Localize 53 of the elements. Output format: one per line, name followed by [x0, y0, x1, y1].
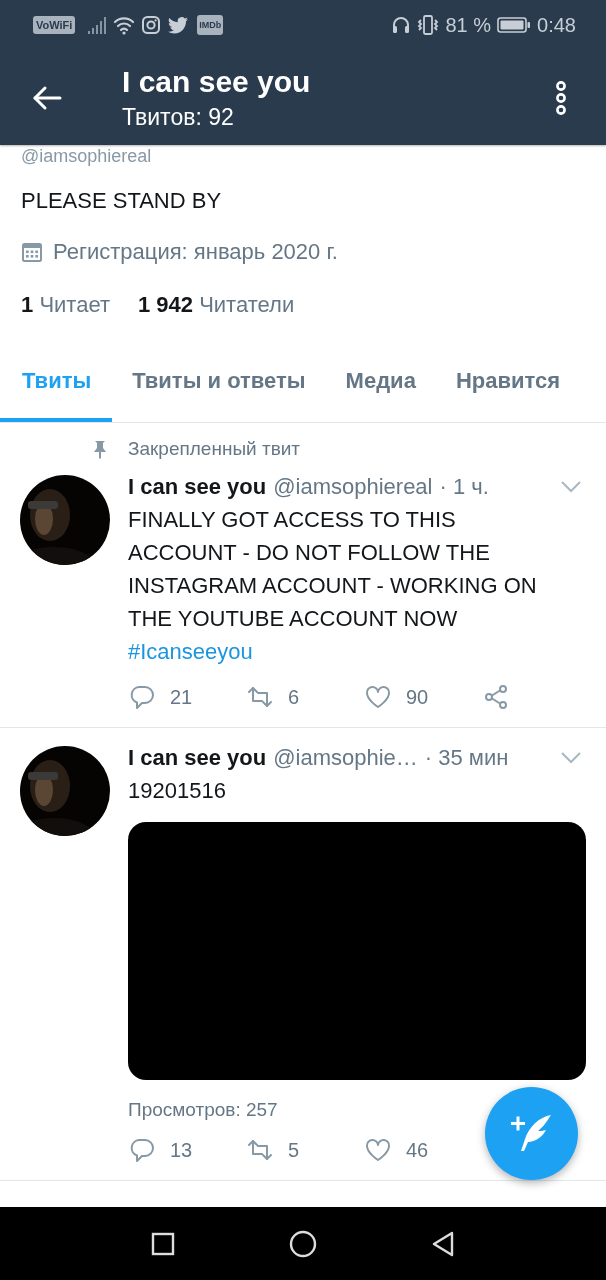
app-badge: IMDb — [197, 15, 224, 35]
battery-icon — [497, 16, 532, 34]
pin-icon — [92, 439, 108, 459]
reply-icon — [128, 683, 156, 711]
profile-handle: @iamsophiereal — [21, 146, 153, 166]
action-button[interactable]: 6 — [246, 683, 364, 711]
tweet-time: · 35 мин — [424, 745, 509, 771]
tweet-text: 19201516 — [128, 777, 227, 805]
author-name: I can see you — [128, 474, 267, 500]
action-button[interactable]: 90 — [364, 683, 482, 711]
more-icon — [555, 79, 567, 116]
profile-tab[interactable]: Твиты — [0, 344, 113, 422]
caret-icon — [560, 480, 582, 494]
profile-bio: PLEASE STAND BY — [21, 187, 223, 215]
hashtag-link[interactable]: #Icanseeyou — [128, 635, 253, 669]
profile-tab[interactable]: Медиа — [325, 344, 436, 422]
bird-icon — [167, 15, 190, 35]
join-date: Регистрация: январь 2020 г. — [53, 238, 338, 266]
author-name: I can see you — [128, 745, 267, 771]
tweet-text: FINALLY GOT ACCESS TO THIS ACCOUNT - DO NOT FOLLOW THE INSTAGRAM ACCOUNT - WORKING ON THE YOUTUBE ACCOUNT NOW — [128, 506, 538, 633]
profile-tab[interactable]: Нравится — [435, 344, 561, 422]
headphones-icon — [391, 15, 412, 35]
action-button[interactable]: 46 — [364, 1136, 429, 1164]
camera-icon — [141, 15, 162, 35]
circle-icon — [289, 1229, 317, 1258]
heart-icon — [364, 683, 392, 711]
pinned-label: Закрепленный твит — [128, 437, 301, 461]
battery-percent: 81 % — [445, 13, 492, 37]
signal-icon — [87, 15, 108, 35]
author-handle: @iamsophie… — [273, 745, 418, 771]
tweet-time: · 1 ч. — [439, 474, 489, 500]
tweet-count: Твитов: 92 — [122, 102, 235, 132]
profile-name: I can see you — [122, 63, 312, 100]
action-button[interactable] — [482, 683, 510, 711]
follow-stat-link[interactable]: 1 Читает — [21, 290, 110, 320]
clock-time: 0:48 — [537, 13, 576, 37]
vibrate-icon — [417, 14, 440, 36]
author-handle: @iamsophiereal — [273, 474, 433, 500]
caret-icon — [560, 751, 582, 765]
view-count: Просмотров: 257 — [128, 1098, 279, 1122]
compose-button[interactable] — [485, 1087, 578, 1180]
action-button[interactable]: 5 — [246, 1136, 364, 1164]
action-button[interactable]: 21 — [128, 683, 246, 711]
calendar-icon — [21, 241, 43, 263]
follow-stat-link[interactable]: 1 942 Читатели — [138, 290, 295, 320]
heart-icon — [364, 1136, 392, 1164]
back-arrow-icon — [32, 84, 62, 111]
wifi-icon — [113, 15, 136, 35]
reply-icon — [128, 1136, 156, 1164]
action-button[interactable]: 13 — [128, 1136, 246, 1164]
profile-tab[interactable]: Твиты и ответы — [112, 344, 326, 422]
share-icon — [482, 683, 510, 711]
wifi-calling-badge: VoWiFi — [33, 16, 76, 34]
